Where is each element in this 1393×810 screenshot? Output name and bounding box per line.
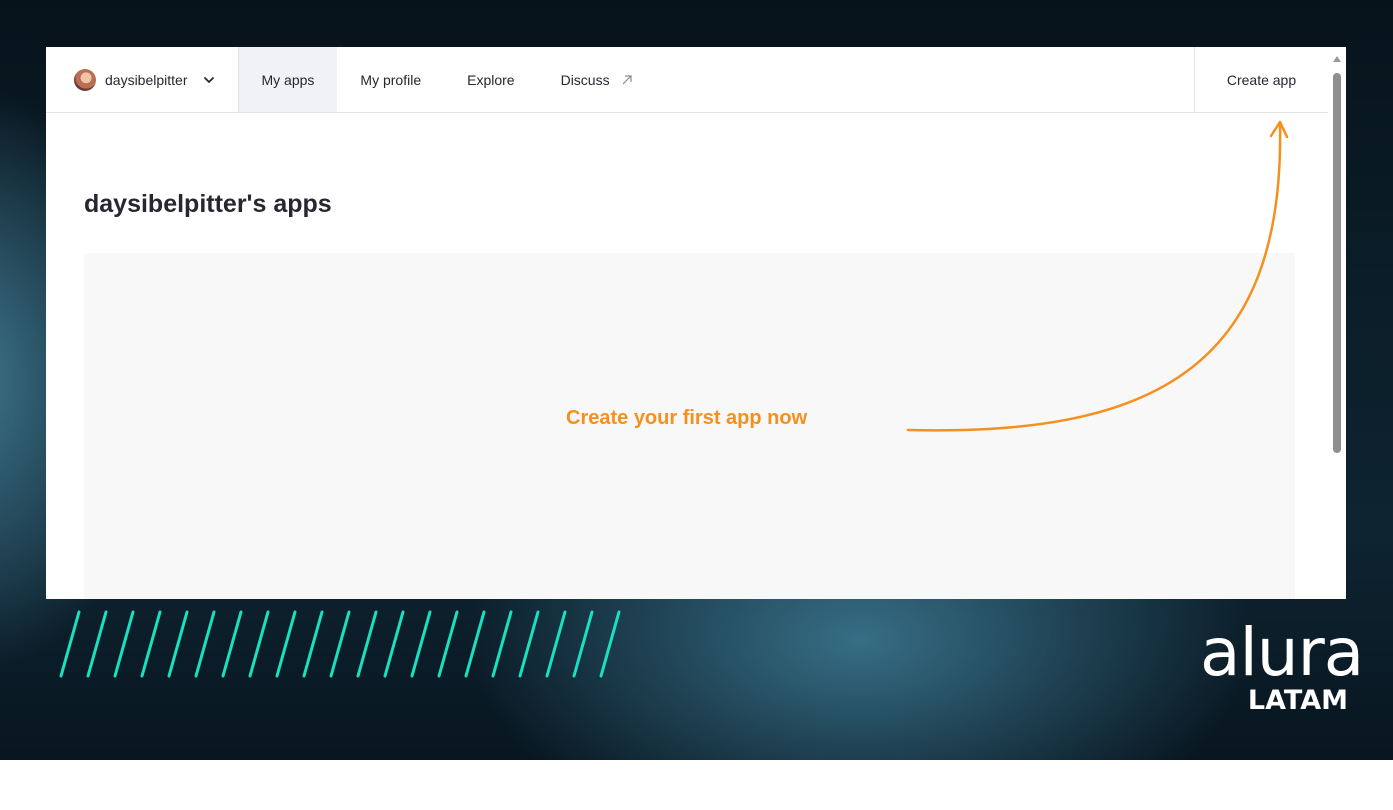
tab-label: Explore bbox=[467, 71, 515, 88]
stripe-line bbox=[167, 610, 189, 678]
create-app-button[interactable]: Create app bbox=[1194, 47, 1328, 113]
stripe-line bbox=[599, 610, 621, 678]
tab-label: My profile bbox=[360, 71, 422, 88]
tab-explore[interactable]: Explore bbox=[444, 47, 537, 112]
scroll-up-icon[interactable] bbox=[1333, 56, 1341, 62]
stripe-line bbox=[572, 610, 594, 678]
stripe-line bbox=[113, 610, 135, 678]
stripe-line bbox=[356, 610, 378, 678]
tab-my-apps[interactable]: My apps bbox=[238, 47, 338, 112]
stripe-line bbox=[383, 610, 405, 678]
external-link-icon bbox=[622, 74, 632, 84]
background-stage: daysibelpitter My apps My profile Explor… bbox=[0, 0, 1393, 760]
stripe-line bbox=[275, 610, 297, 678]
stripe-line bbox=[221, 610, 243, 678]
scroll-thumb[interactable] bbox=[1333, 73, 1341, 453]
stripe-line bbox=[248, 610, 270, 678]
stripe-line bbox=[518, 610, 540, 678]
stripe-line bbox=[464, 610, 486, 678]
stripe-line bbox=[194, 610, 216, 678]
user-menu[interactable]: daysibelpitter bbox=[46, 47, 239, 112]
decorative-stripes bbox=[59, 610, 621, 678]
username-label: daysibelpitter bbox=[105, 71, 188, 88]
stripe-line bbox=[410, 610, 432, 678]
tab-discuss[interactable]: Discuss bbox=[538, 47, 657, 112]
top-navigation: daysibelpitter My apps My profile Explor… bbox=[46, 47, 1328, 113]
tab-label: My apps bbox=[261, 71, 315, 88]
tab-label: Discuss bbox=[560, 71, 610, 88]
tab-my-profile[interactable]: My profile bbox=[337, 47, 444, 112]
chevron-down-icon bbox=[203, 76, 214, 83]
avatar bbox=[74, 68, 96, 91]
stripe-line bbox=[329, 610, 351, 678]
stripe-line bbox=[302, 610, 324, 678]
brand-wordmark: alura bbox=[1200, 614, 1364, 691]
app-window: daysibelpitter My apps My profile Explor… bbox=[46, 47, 1346, 599]
scrollbar[interactable] bbox=[1328, 47, 1346, 599]
stripe-line bbox=[545, 610, 567, 678]
create-first-app-link[interactable]: Create your first app now bbox=[566, 407, 807, 430]
stripe-line bbox=[86, 610, 108, 678]
create-app-label: Create app bbox=[1226, 72, 1297, 88]
page-title: daysibelpitter's apps bbox=[84, 190, 332, 218]
stripe-line bbox=[140, 610, 162, 678]
stripe-line bbox=[491, 610, 513, 678]
stripe-line bbox=[59, 610, 81, 678]
brand-logo: alura LATAM bbox=[1200, 614, 1364, 730]
stripe-line bbox=[437, 610, 459, 678]
